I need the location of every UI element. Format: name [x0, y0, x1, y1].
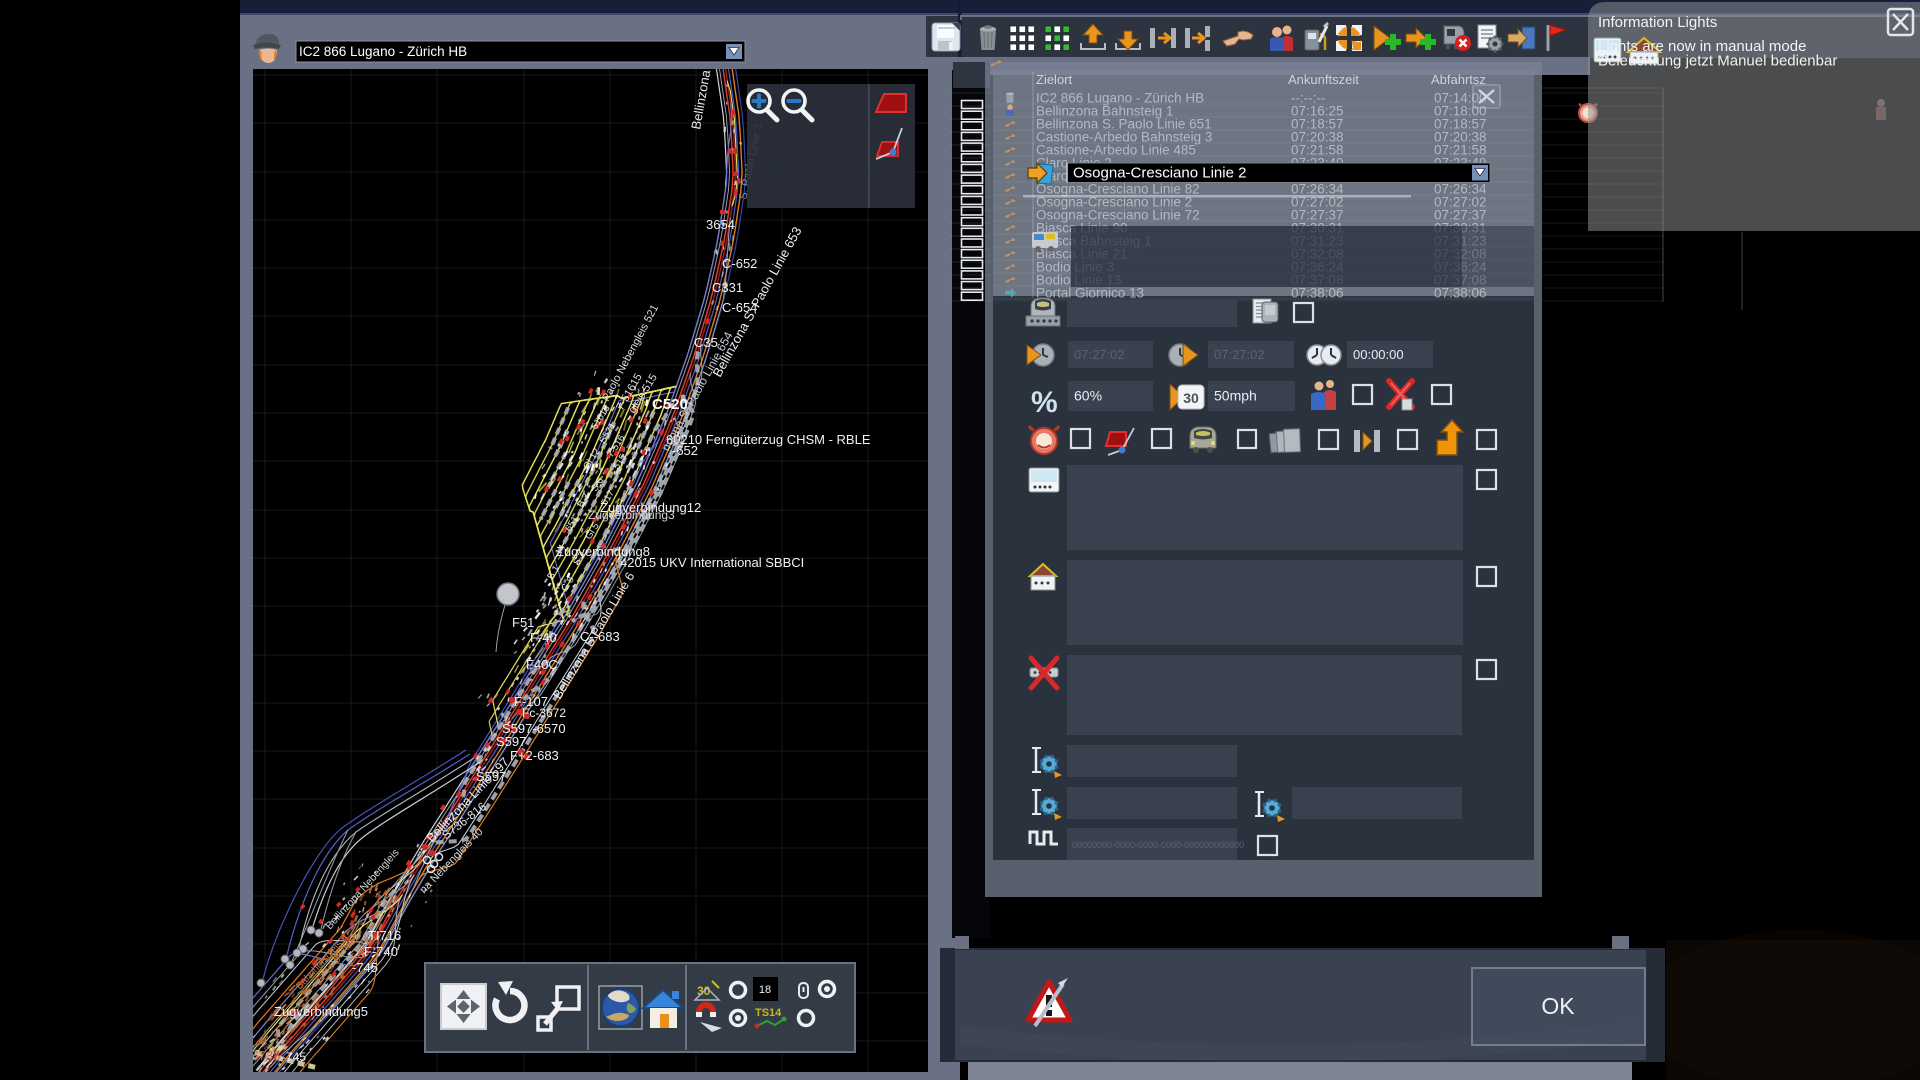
svg-text:F40C: F40C — [526, 657, 558, 672]
svg-text:Osogna-Cresciano Linie 2: Osogna-Cresciano Linie 2 — [1073, 165, 1246, 182]
svg-text:18: 18 — [759, 984, 771, 996]
svg-text:F+2-683: F+2-683 — [510, 748, 559, 763]
svg-text:07:27:02: 07:27:02 — [1074, 347, 1125, 362]
svg-text:F51: F51 — [512, 615, 534, 630]
svg-text:00:00:00: 00:00:00 — [1353, 347, 1404, 362]
svg-text:07:38:06: 07:38:06 — [1291, 285, 1344, 300]
svg-text:07:38:06: 07:38:06 — [1434, 285, 1487, 300]
svg-text:Zielort: Zielort — [1036, 72, 1073, 87]
svg-text:S597: S597 — [496, 734, 526, 749]
svg-text:-652: -652 — [672, 443, 698, 458]
svg-text:IC2 866 Lugano - Zürich HB: IC2 866 Lugano - Zürich HB — [299, 44, 467, 59]
svg-text:3654: 3654 — [706, 217, 735, 232]
svg-text:42015 UKV International SBBCI: 42015 UKV International SBBCI — [620, 555, 804, 570]
svg-text:OK: OK — [1541, 993, 1575, 1019]
svg-text:TI716: TI716 — [368, 928, 401, 943]
svg-text:07:27:02: 07:27:02 — [1214, 347, 1265, 362]
svg-text:C331: C331 — [712, 280, 743, 295]
svg-text:Zugverbindung3: Zugverbindung3 — [588, 508, 675, 522]
svg-text:00000000-0000-0000-0000-000000: 00000000-0000-0000-0000-000000000000 — [1072, 840, 1244, 850]
svg-text:Beleuchtung jetzt Manuel bedie: Beleuchtung jetzt Manuel bedienbar — [1598, 53, 1837, 70]
svg-text:TS14: TS14 — [755, 1007, 782, 1019]
svg-text:50mph: 50mph — [1214, 388, 1257, 404]
svg-text:%: % — [1031, 386, 1058, 419]
svg-text:C-652: C-652 — [722, 256, 757, 271]
svg-text:Information Lights: Information Lights — [1598, 14, 1717, 31]
svg-text:30: 30 — [1183, 390, 1199, 406]
svg-text:Zugverbindung5: Zugverbindung5 — [274, 1004, 368, 1019]
svg-text:F-40: F-40 — [530, 630, 557, 645]
svg-text:60%: 60% — [1074, 388, 1102, 404]
svg-text:Portal Giornico 13: Portal Giornico 13 — [1036, 285, 1144, 300]
svg-text:Ankunftszeit: Ankunftszeit — [1288, 72, 1359, 87]
svg-text:S738: S738 — [250, 1048, 280, 1063]
svg-text:F-740: F-740 — [364, 944, 398, 959]
svg-text:-745: -745 — [282, 1050, 306, 1064]
svg-text:-745: -745 — [352, 960, 378, 975]
svg-text:Fc-3672: Fc-3672 — [522, 706, 566, 720]
